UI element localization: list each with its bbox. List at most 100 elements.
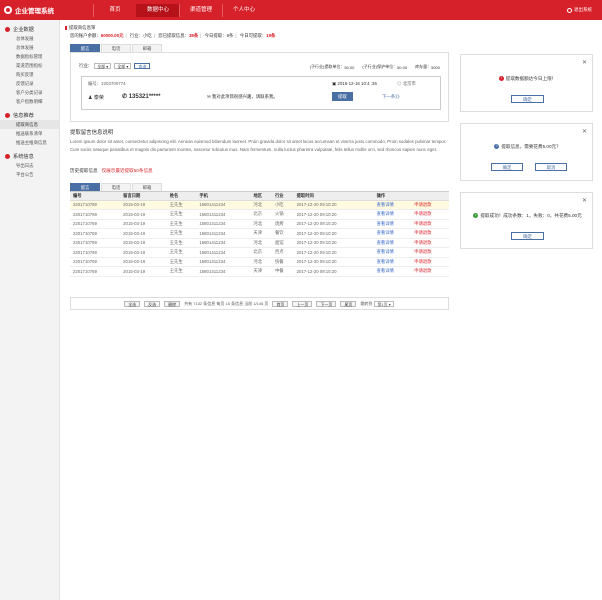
refund-link[interactable]: 申请退款 bbox=[411, 257, 449, 267]
first-page-button[interactable]: 首页 bbox=[272, 300, 289, 307]
sidebar-group-recommend: 信息推荐 提取商信息 推送联系清单 推送主推商信息 bbox=[0, 111, 59, 147]
sidebar-item[interactable]: 客户指数明细 bbox=[0, 97, 59, 106]
cell-id: 2201710769 bbox=[70, 247, 121, 258]
next-link[interactable]: 下一条》》 bbox=[382, 94, 402, 100]
tab-email[interactable]: 邮箱 bbox=[132, 183, 162, 191]
col-time: 提取时间 bbox=[293, 192, 374, 201]
nav-data-center[interactable]: 数据中心 bbox=[136, 4, 179, 17]
group-title: 信息推荐 bbox=[13, 113, 34, 119]
confirm-button[interactable]: 确定 bbox=[491, 163, 523, 171]
cell-industry: 快餐 bbox=[272, 257, 294, 267]
cell-region: 河北 bbox=[250, 257, 273, 267]
success-dialog: ✕ ✓ 提取成功！成功条数：1，失败：0，共花费5.00元 确定 bbox=[460, 192, 593, 249]
cell-industry: 中餐 bbox=[272, 266, 294, 277]
refund-link[interactable]: 申请退款 bbox=[411, 238, 449, 248]
cell-id: 2201710769 bbox=[70, 209, 121, 220]
view-detail-link[interactable]: 查看详情 bbox=[373, 247, 412, 258]
tab-message[interactable]: 留言 bbox=[70, 44, 100, 52]
group-icon bbox=[5, 27, 10, 32]
next-page-button[interactable]: 下一页 bbox=[316, 300, 337, 307]
extract-button[interactable]: 提取 bbox=[332, 92, 353, 101]
stock-label: 库存量： bbox=[415, 64, 432, 69]
nav-home[interactable]: 首页 bbox=[93, 4, 136, 17]
tab-phone[interactable]: 电话 bbox=[101, 183, 131, 191]
refund-link[interactable]: 申请退款 bbox=[411, 247, 449, 258]
view-detail-link[interactable]: 查看详情 bbox=[373, 219, 412, 229]
col-phone: 手机 bbox=[196, 192, 251, 201]
dialog-text: 提取数据额达今日上限！ bbox=[505, 76, 557, 81]
table-row: 2201710769 2015-03-19 王先生 15801411234 天津 中餐 20… bbox=[70, 266, 449, 277]
refund-link[interactable]: 申请退款 bbox=[411, 219, 449, 229]
sidebar-item[interactable]: 推送联系清单 bbox=[0, 129, 59, 138]
sidebar-item[interactable]: 渠道范围指标 bbox=[0, 61, 59, 70]
sidebar-group-header[interactable]: 企业数据 bbox=[0, 25, 59, 34]
cell-industry: 烧烤 bbox=[272, 219, 294, 229]
sub-industry-select[interactable]: 全部 ▾ bbox=[114, 63, 132, 69]
sidebar-group-header[interactable]: 信息推荐 bbox=[0, 111, 59, 120]
nav-channel[interactable]: 渠道管理 bbox=[179, 4, 222, 17]
page-select[interactable]: 第1页 ▾ bbox=[374, 300, 394, 307]
extract-panel: 行业： 全部 ▾ 全部 ▾ 查询 (子行业)提取单位： 50.00 (子行业)保护… bbox=[70, 52, 449, 122]
sidebar-item[interactable]: 总体发展 bbox=[0, 34, 59, 43]
cell-date: 2015-03-19 bbox=[120, 266, 167, 277]
view-detail-link[interactable]: 查看详情 bbox=[373, 228, 412, 239]
delete-button[interactable]: 删除 bbox=[164, 300, 181, 307]
sidebar-item[interactable]: 购买反馈 bbox=[0, 70, 59, 79]
history-label: 历史提取信息 bbox=[70, 168, 98, 173]
message-location: ◎ 北京市 bbox=[397, 81, 416, 86]
query-button[interactable]: 查询 bbox=[134, 63, 151, 69]
sidebar-item[interactable]: 反馈记录 bbox=[0, 79, 59, 88]
sidebar-item[interactable]: 数据指标管理 bbox=[0, 52, 59, 61]
cell-date: 2015-03-19 bbox=[120, 200, 167, 210]
cell-date: 2015-03-19 bbox=[120, 209, 167, 220]
sidebar-item[interactable]: 导出日志 bbox=[0, 161, 59, 170]
close-icon[interactable]: ✕ bbox=[582, 128, 587, 135]
view-detail-link[interactable]: 查看详情 bbox=[373, 257, 412, 267]
tab-message[interactable]: 留言 bbox=[70, 183, 100, 191]
refund-link[interactable]: 申请退款 bbox=[411, 266, 449, 277]
sidebar-group-header[interactable]: 系统信息 bbox=[0, 152, 59, 161]
contact-phone: ✆ 135321***** bbox=[122, 93, 160, 100]
tab-phone[interactable]: 电话 bbox=[101, 44, 131, 52]
page-info: 共有 7132 条信息 每页 15 条信息 当前 1/146 页 bbox=[184, 300, 269, 306]
confirm-button[interactable]: 确定 bbox=[511, 232, 544, 240]
industry-select[interactable]: 全部 ▾ bbox=[94, 63, 112, 69]
cell-industry: 面馆 bbox=[272, 238, 294, 248]
invert-select-button[interactable]: 反选 bbox=[144, 300, 161, 307]
select-all-button[interactable]: 全选 bbox=[124, 300, 141, 307]
refund-link[interactable]: 申请退款 bbox=[411, 228, 449, 239]
cell-region: 河北 bbox=[250, 219, 273, 229]
cell-region: 天津 bbox=[250, 228, 273, 239]
confirm-button[interactable]: 确定 bbox=[511, 95, 544, 103]
cancel-button[interactable]: 取消 bbox=[535, 163, 567, 171]
table-row: 2201710769 2015-03-19 王先生 15801411234 河北 面馆 20… bbox=[70, 238, 449, 248]
cell-time: 2017-12-20 09:10:20 bbox=[293, 257, 374, 267]
sidebar-item[interactable]: 总体发展 bbox=[0, 43, 59, 52]
logout-button[interactable]: 退出系统 bbox=[567, 7, 592, 13]
tab-email[interactable]: 邮箱 bbox=[132, 44, 162, 52]
col-industry: 行业 bbox=[272, 192, 294, 201]
cell-id: 2201710769 bbox=[70, 200, 121, 210]
jump-label: 跳转到 bbox=[360, 300, 373, 306]
view-detail-link[interactable]: 查看详情 bbox=[373, 200, 412, 210]
today-label: 今日提取： bbox=[204, 33, 227, 38]
sidebar-item[interactable]: 平台公告 bbox=[0, 170, 59, 179]
limit-dialog: ✕ ! 提取数据额达今日上限！ 确定 bbox=[460, 54, 593, 112]
sidebar-item[interactable]: 推送主推商信息 bbox=[0, 138, 59, 147]
prev-page-button[interactable]: 上一页 bbox=[292, 300, 313, 307]
view-detail-link[interactable]: 查看详情 bbox=[373, 266, 412, 277]
view-detail-link[interactable]: 查看详情 bbox=[373, 209, 412, 220]
sidebar-item[interactable]: 客户分类记录 bbox=[0, 88, 59, 97]
cell-industry: 西点 bbox=[272, 247, 294, 258]
close-icon[interactable]: ✕ bbox=[582, 59, 587, 66]
logout-label: 退出系统 bbox=[574, 7, 592, 12]
group-title: 企业数据 bbox=[13, 27, 34, 33]
close-icon[interactable]: ✕ bbox=[582, 197, 587, 204]
refund-link[interactable]: 申请退款 bbox=[411, 200, 449, 210]
refund-link[interactable]: 申请退款 bbox=[411, 209, 449, 220]
history-heading: 历史提取信息 仅展示最近提取50条信息 bbox=[70, 168, 153, 174]
view-detail-link[interactable]: 查看详情 bbox=[373, 238, 412, 248]
nav-personal[interactable]: 个人中心 bbox=[222, 4, 265, 17]
sidebar-item-active[interactable]: 提取商信息 bbox=[0, 120, 59, 129]
last-page-button[interactable]: 尾页 bbox=[340, 300, 357, 307]
